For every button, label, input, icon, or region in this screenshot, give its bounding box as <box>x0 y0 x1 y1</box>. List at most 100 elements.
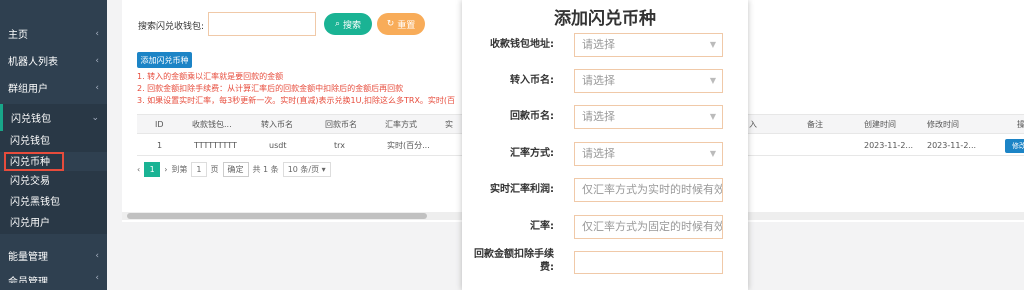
subnav-flash-wallet[interactable]: 闪兑钱包 <box>0 131 107 152</box>
field-label: 转入币名: <box>510 75 554 86</box>
td-created: 2023-11-2... <box>864 141 914 150</box>
td-modified: 2023-11-2... <box>927 141 977 150</box>
search-button-label: 搜索 <box>343 20 362 31</box>
th-action: 操 <box>1017 120 1024 129</box>
total-count: 共 1 条 <box>252 165 279 174</box>
subnav-flash-users[interactable]: 闪兑用户 <box>0 213 107 234</box>
td-out-coin: trx <box>334 141 345 150</box>
chevron-left-icon: ‹ <box>95 273 99 283</box>
caret-down-icon: ▼ <box>709 112 716 121</box>
field-label: 实时汇率利润: <box>490 184 554 195</box>
th-rate-mode: 汇率方式 <box>385 120 417 129</box>
nav-home[interactable]: 主页 ‹ <box>0 20 107 47</box>
chevron-down-icon: ⌄ <box>91 112 99 123</box>
caret-down-icon: ▼ <box>709 76 716 85</box>
field-row: 转入币名: 请选择 ▼ <box>462 69 748 93</box>
caret-down-icon: ▼ <box>709 149 716 158</box>
wallet-address-select[interactable]: 请选择 ▼ <box>574 33 723 57</box>
th-out-coin: 回款币名 <box>325 120 357 129</box>
nav-label: 闪兑钱包 <box>11 114 51 125</box>
reset-button[interactable]: ↻ 重置 <box>377 13 425 35</box>
field-label: 汇率方式: <box>510 148 554 159</box>
add-currency-button[interactable]: 添加闪兑币种 <box>137 52 192 68</box>
field-row: 汇率方式: 请选择 ▼ <box>462 142 748 166</box>
chevron-left-icon: ‹ <box>95 55 99 66</box>
nav-label: 群组用户 <box>8 84 48 95</box>
notes: 1. 转入的金额乘以汇率就是要回款的金额 2. 回款金额扣除手续费：从计算汇率后… <box>137 71 455 107</box>
select-placeholder: 请选择 <box>582 147 615 160</box>
nav-label: 机器人列表 <box>8 57 58 68</box>
note-line: 1. 转入的金额乘以汇率就是要回款的金额 <box>137 72 284 81</box>
note-line: 3. 如果设置实时汇率，每3秒更新一次。实时(直减)表示兑换1U,扣除这么多TR… <box>137 96 456 105</box>
modal-title: 添加闪兑币种 <box>554 9 656 29</box>
th-remark: 备注 <box>807 120 823 129</box>
rate-mode-select[interactable]: 请选择 ▼ <box>574 142 723 166</box>
select-placeholder: 请选择 <box>582 110 615 123</box>
th-in-coin: 转入币名 <box>261 120 293 129</box>
next-page-icon[interactable]: › <box>164 165 167 174</box>
field-label: 收款钱包地址: <box>490 39 554 50</box>
page-current[interactable]: 1 <box>144 162 161 177</box>
in-coin-select[interactable]: 请选择 ▼ <box>574 69 723 93</box>
th-realtime: 实 <box>445 120 453 129</box>
nav-label: 会员管理 <box>8 277 48 283</box>
chevron-left-icon: ‹ <box>95 28 99 39</box>
out-coin-select[interactable]: 请选择 ▼ <box>574 105 723 129</box>
pagination: ‹ 1 › 到第 1 页 确定 共 1 条 10 条/页 ▾ <box>137 162 331 177</box>
rate-input[interactable]: 仅汇率方式为固定的时候有效 <box>574 215 723 239</box>
nav-member[interactable]: 会员管理 ‹ <box>0 269 107 283</box>
reset-button-label: 重置 <box>397 20 416 31</box>
th-wallet: 收款钱包... <box>192 120 232 129</box>
select-placeholder: 请选择 <box>582 74 615 87</box>
th-created: 创建时间 <box>864 120 896 129</box>
td-in-coin: usdt <box>269 141 287 150</box>
field-row: 收款钱包地址: 请选择 ▼ <box>462 33 748 57</box>
nav-label: 主页 <box>8 30 28 41</box>
field-row: 回款币名: 请选择 ▼ <box>462 105 748 129</box>
search-button[interactable]: ⌕ 搜索 <box>324 13 372 35</box>
caret-down-icon: ▼ <box>709 40 716 49</box>
chevron-left-icon: ‹ <box>95 250 99 261</box>
per-page-select[interactable]: 10 条/页 ▾ <box>282 162 331 177</box>
field-label: 汇率: <box>530 221 554 232</box>
td-wallet: TTTTTTTTT <box>194 141 237 150</box>
confirm-page-button[interactable]: 确定 <box>222 162 249 177</box>
th-id: ID <box>155 120 164 129</box>
edit-button[interactable]: 修改 <box>1005 139 1024 153</box>
search-label: 搜索闪兑收钱包: <box>138 22 205 32</box>
search-icon: ⌕ <box>334 19 341 29</box>
sidebar: 主页 ‹ 机器人列表 ‹ 群组用户 ‹ 闪兑钱包 ⌄ 闪兑钱包 闪兑币种 闪兑交易 闪兑… <box>0 0 107 290</box>
add-currency-modal: 添加闪兑币种 收款钱包地址: 请选择 ▼ 转入币名: 请选择 ▼ 回款币名: 请选择… <box>462 0 748 290</box>
nav-label: 能量管理 <box>8 252 48 263</box>
field-label: 回款金额扣除手续费: <box>474 249 554 273</box>
per-page-value: 10 条/页 <box>287 165 320 174</box>
realtime-profit-input[interactable]: 仅汇率方式为实时的时候有效 <box>574 178 723 202</box>
td-rate-mode: 实时(百分... <box>387 141 430 150</box>
field-row: 实时汇率利润: 仅汇率方式为实时的时候有效 <box>462 178 748 202</box>
field-label: 回款币名: <box>510 111 554 122</box>
td-id: 1 <box>157 141 163 150</box>
prev-page-icon[interactable]: ‹ <box>137 165 140 174</box>
search-input[interactable] <box>208 12 316 36</box>
page-unit: 页 <box>210 165 219 174</box>
scroll-thumb[interactable] <box>127 213 427 219</box>
nav-flash-wallet[interactable]: 闪兑钱包 ⌄ <box>0 104 107 131</box>
field-row: 回款金额扣除手续费: <box>462 249 748 275</box>
refresh-icon: ↻ <box>386 19 395 29</box>
page-input[interactable]: 1 <box>191 162 207 177</box>
th-modified: 修改时间 <box>927 120 959 129</box>
subnav-flash-currency[interactable]: 闪兑币种 <box>4 152 64 171</box>
nav-robot-list[interactable]: 机器人列表 ‹ <box>0 47 107 74</box>
th-in: 入 <box>749 120 757 129</box>
note-line: 2. 回款金额扣除手续费：从计算汇率后的回款金额中扣除后的金额后再回款 <box>137 84 404 93</box>
select-placeholder: 请选择 <box>582 38 615 51</box>
fee-deduct-input[interactable] <box>574 251 723 274</box>
subnav-flash-blacklist[interactable]: 闪兑黑钱包 <box>0 192 107 213</box>
nav-group-users[interactable]: 群组用户 ‹ <box>0 74 107 101</box>
nav-energy[interactable]: 能量管理 ‹ <box>0 242 107 269</box>
goto-label: 到第 <box>171 165 188 174</box>
chevron-down-icon: ▾ <box>321 165 326 174</box>
chevron-left-icon: ‹ <box>95 82 99 93</box>
subnav-flash-trade[interactable]: 闪兑交易 <box>0 171 107 192</box>
field-row: 汇率: 仅汇率方式为固定的时候有效 <box>462 215 748 239</box>
